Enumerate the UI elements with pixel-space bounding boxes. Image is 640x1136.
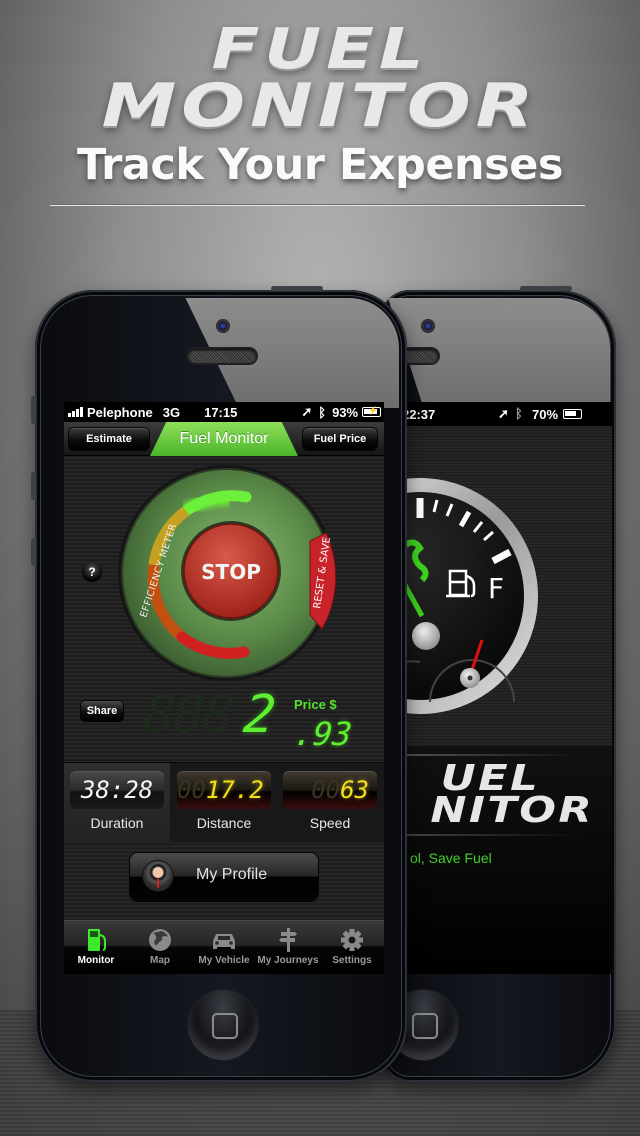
speed-label: Speed [309,815,351,831]
location-arrow-icon: ➚ [301,404,313,419]
trip-stats: 38:28 Duration 0017.2 Distance 0063 Spee… [64,762,384,843]
power-button [271,286,323,291]
fuel-gauge: F [400,478,538,714]
duration-value: 38:28 [80,776,154,804]
tab-monitor[interactable]: Monitor [64,921,128,974]
header-divider [50,204,585,206]
status-bar: Pelephone 3G 17:15 ➚ ᛒ 93% ⚡ [64,402,384,422]
stat-speed[interactable]: 0063 Speed [277,763,383,843]
tab-my-journeys[interactable]: My Journeys [256,921,320,974]
price-whole: 2 [240,685,277,745]
brand-title-line2: MONITOR [101,71,539,141]
avatar [143,861,173,891]
tab-my-journeys-label: My Journeys [257,955,319,966]
home-button[interactable] [188,990,258,1060]
price-ghost-digits: 888 [140,685,236,745]
tagline: Track Your Expenses [77,140,563,190]
tab-my-vehicle[interactable]: My Vehicle [192,921,256,974]
mute-switch [31,396,36,424]
my-profile-label: My Profile [196,866,268,883]
front-camera [421,319,435,333]
stat-duration[interactable]: 38:28 Duration [64,763,170,843]
network-type: 3G [162,404,181,420]
speed-value: 63 [340,776,369,804]
tab-map-label: Map [150,955,170,966]
tab-settings-label: Settings [332,955,372,966]
duration-label: Duration [90,815,144,831]
fuel-price-button[interactable]: Fuel Price [302,427,378,451]
price-label: Price $ [294,697,337,712]
share-button[interactable]: Share [80,700,124,722]
page-title: Fuel Monitor [150,422,298,456]
back-battery-percent: 70% [532,407,559,422]
fuel-gauge-area: F [400,426,612,746]
back-logo-line2: NITOR [430,790,594,831]
my-profile-button[interactable]: My Profile [130,853,318,901]
fuel-pump-icon [88,929,106,951]
tab-bar: Monitor Map My Vehicle My Journeys Setti… [64,920,384,974]
front-phone-screen: Pelephone 3G 17:15 ➚ ᛒ 93% ⚡ Estimate Fu… [64,402,384,974]
signal-icon [68,407,83,417]
bluetooth-icon: ᛒ [318,404,327,420]
tab-settings[interactable]: Settings [320,921,384,974]
stop-label: STOP [201,560,261,584]
location-arrow-icon: ➚ [498,406,509,421]
nav-bar: Estimate Fuel Monitor Fuel Price [64,422,384,456]
monitor-panel: ? RESET & SAVE EFFICIENCY METER STOP Sha… [64,456,384,920]
back-status-bar: 22:37 ➚ ᛒ 70% [400,402,612,426]
status-time: 17:15 [204,404,238,420]
globe-icon [149,929,171,951]
distance-value: 17.2 [205,776,264,804]
brand-title-line1: FUEL [211,17,429,82]
battery-icon [563,409,582,419]
front-camera [216,319,230,333]
back-phone-screen: 22:37 ➚ ᛒ 70% F UEL NITOR ol, Save Fuel [400,402,612,974]
car-icon [213,934,235,949]
earpiece-speaker [188,349,256,363]
estimate-button[interactable]: Estimate [68,427,150,451]
power-button [520,286,572,291]
gauge-full-label: F [488,572,504,605]
carrier-name: Pelephone [87,404,153,420]
gear-icon [341,929,363,951]
signpost-icon [279,928,297,952]
bluetooth-icon: ᛒ [515,406,523,421]
distance-label: Distance [196,815,252,831]
battery-charging-icon: ⚡ [362,407,382,417]
back-tagline: ol, Save Fuel [410,850,492,866]
gauge-knob [412,622,440,650]
help-button[interactable]: ? [82,562,102,582]
battery-percent: 93% [332,404,359,420]
price-fraction: .93 [292,715,354,753]
tab-map[interactable]: Map [128,921,192,974]
tab-my-vehicle-label: My Vehicle [198,955,250,966]
efficiency-dial: RESET & SAVE EFFICIENCY METER STOP [116,463,337,683]
stat-distance[interactable]: 0017.2 Distance [171,763,277,843]
volume-up-button [31,472,36,500]
tab-monitor-label: Monitor [77,955,115,966]
volume-down-button [31,538,36,566]
